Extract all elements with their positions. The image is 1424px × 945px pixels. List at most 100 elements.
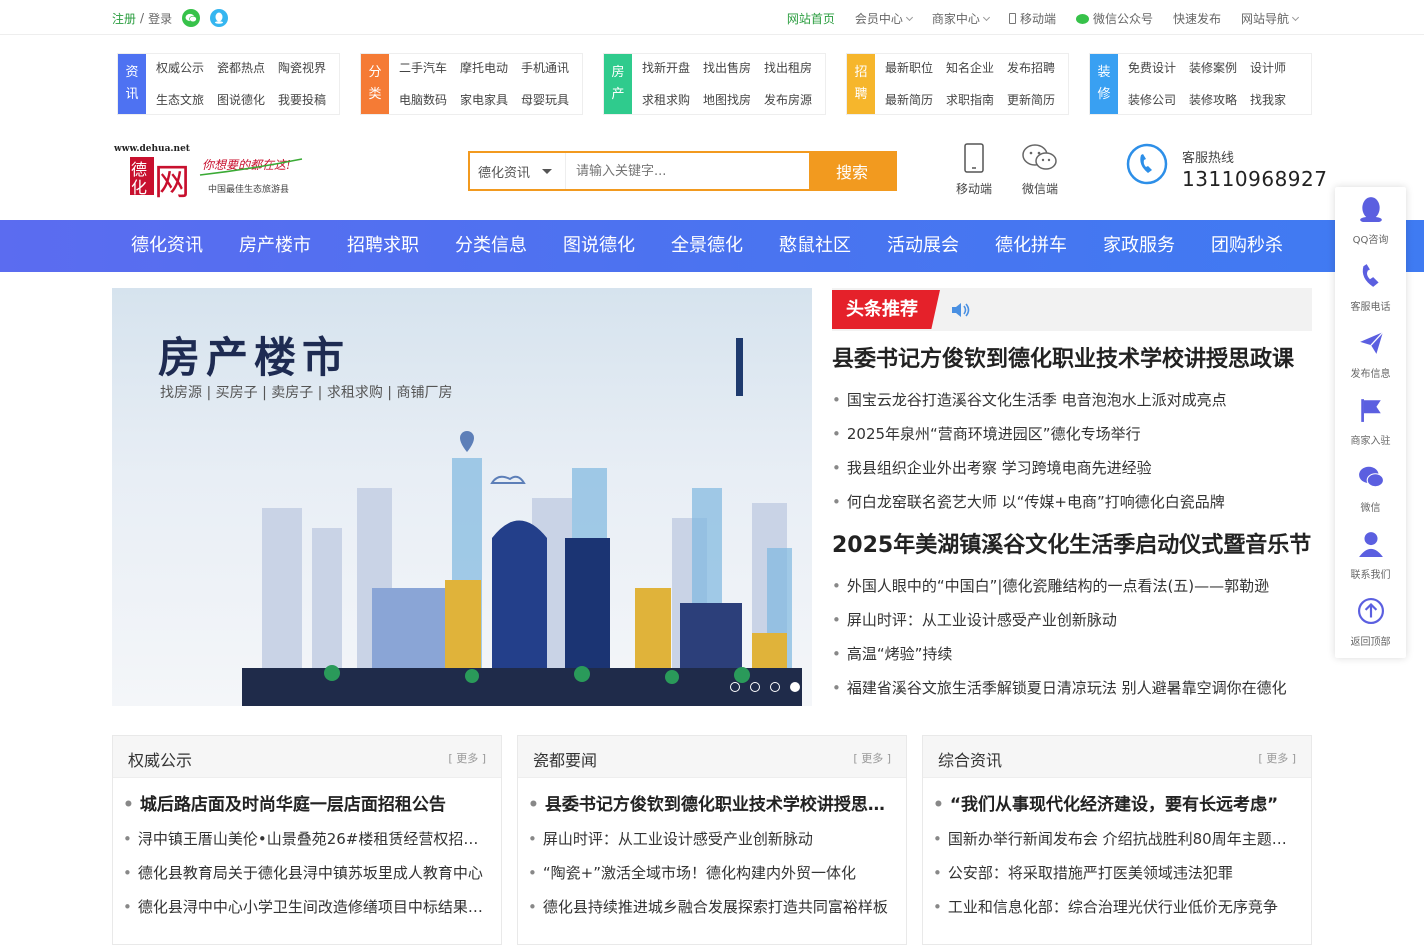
category-link[interactable]: 找出售房	[703, 58, 764, 82]
nav-item[interactable]: 全景德化	[653, 220, 761, 272]
category-link[interactable]: 求职指南	[946, 90, 1007, 114]
nav-item[interactable]: 招聘求职	[329, 220, 437, 272]
headline-item[interactable]: 我县组织企业外出考察 学习跨境电商先进经验	[832, 451, 1312, 485]
category-link[interactable]: 陶瓷视界	[278, 58, 339, 82]
hotline-number[interactable]: 13110968927	[1182, 167, 1327, 191]
column-item[interactable]: 国新办举行新闻发布会 介绍抗战胜利80周年主题活动	[933, 822, 1296, 856]
column-item[interactable]: 德化县持续推进城乡融合发展探索打造共同富裕样板	[528, 890, 891, 924]
nav-item[interactable]: 憨鼠社区	[761, 220, 869, 272]
column-item[interactable]: 浔中镇王厝山美伦•山景叠苑26#楼租赁经营权招租公告	[123, 822, 486, 856]
category-link[interactable]: 设计师	[1250, 58, 1311, 82]
more-link[interactable]: [ 更多 ]	[1258, 750, 1296, 766]
category-link[interactable]: 更新简历	[1007, 90, 1068, 114]
category-link[interactable]: 最新职位	[885, 58, 946, 82]
category-link[interactable]: 瓷都热点	[217, 58, 278, 82]
wechat-login-icon[interactable]	[182, 9, 201, 27]
headline-item[interactable]: 福建省溪谷文旅生活季解锁夏日清凉玩法 别人避暑靠空调你在德化	[832, 671, 1312, 705]
top-link-sitenav[interactable]: 网站导航	[1241, 10, 1298, 27]
login-link[interactable]: 登录	[148, 10, 172, 27]
more-link[interactable]: [ 更多 ]	[448, 750, 486, 766]
sidebar-item[interactable]: 微信	[1335, 455, 1406, 522]
sidebar-item[interactable]: 返回顶部	[1335, 589, 1406, 656]
banner-carousel[interactable]: 房产楼市 找房源 | 买房子 | 卖房子 | 求租求购 | 商铺厂房	[112, 288, 812, 706]
sidebar-item[interactable]: 联系我们	[1335, 522, 1406, 589]
carousel-dot-active[interactable]	[790, 682, 800, 692]
category-link[interactable]: 二手汽车	[399, 58, 460, 82]
headline-item[interactable]: 屏山时评：从工业设计感受产业创新脉动	[832, 603, 1312, 637]
category-link[interactable]: 摩托电动	[460, 58, 521, 82]
category-link[interactable]: 地图找房	[703, 90, 764, 114]
nav-item[interactable]: 家政服务	[1085, 220, 1193, 272]
nav-item[interactable]: 团购秒杀	[1193, 220, 1301, 272]
top-link-mobile[interactable]: 移动端	[1008, 10, 1056, 27]
category-link[interactable]: 装修案例	[1189, 58, 1250, 82]
category-link[interactable]: 我要投稿	[278, 90, 339, 114]
category-link[interactable]: 找出租房	[764, 58, 825, 82]
category-link[interactable]: 找新开盘	[642, 58, 703, 82]
mobile-app-link[interactable]: 移动端	[949, 143, 999, 197]
site-logo[interactable]: www.dehua.net 德 化 网 你想要的都在这! 中国最佳生态旅游县	[112, 139, 312, 203]
more-link[interactable]: [ 更多 ]	[853, 750, 891, 766]
category-link[interactable]: 装修公司	[1128, 90, 1189, 114]
category-link[interactable]: 求租求购	[642, 90, 703, 114]
category-tag[interactable]: 招聘	[847, 54, 875, 114]
category-link[interactable]: 最新简历	[885, 90, 946, 114]
headline-item[interactable]: 2025年泉州“营商环境进园区”德化专场举行	[832, 417, 1312, 451]
category-link[interactable]: 免费设计	[1128, 58, 1189, 82]
sidebar-item[interactable]: QQ咨询	[1335, 187, 1406, 254]
top-link-member[interactable]: 会员中心	[855, 10, 912, 27]
nav-item[interactable]: 分类信息	[437, 220, 545, 272]
column-item[interactable]: 公安部：将采取措施严打医美领域违法犯罪	[933, 856, 1296, 890]
nav-item[interactable]: 房产楼市	[221, 220, 329, 272]
search-button[interactable]: 搜索	[809, 153, 895, 189]
category-link[interactable]: 发布招聘	[1007, 58, 1068, 82]
nav-item[interactable]: 德化资讯	[113, 220, 221, 272]
top-link-home[interactable]: 网站首页	[787, 10, 835, 27]
headline-item[interactable]: 高温“烤验”持续	[832, 637, 1312, 671]
category-link[interactable]: 家电家具	[460, 90, 521, 114]
category-tag[interactable]: 装修	[1090, 54, 1118, 114]
category-link[interactable]: 生态文旅	[156, 90, 217, 114]
column-item[interactable]: 县委书记方俊钦到德化职业技术学校讲授思政课	[528, 788, 891, 822]
top-link-wechat[interactable]: 微信公众号	[1075, 10, 1153, 27]
category-link[interactable]: 装修攻略	[1189, 90, 1250, 114]
category-tag[interactable]: 分类	[361, 54, 389, 114]
headline-top-1[interactable]: 县委书记方俊钦到德化职业技术学校讲授思政课	[832, 343, 1312, 377]
category-link[interactable]: 手机通讯	[521, 58, 582, 82]
column-item[interactable]: 德化县教育局关于德化县浔中镇苏坂里成人教育中心	[123, 856, 486, 890]
carousel-dot[interactable]	[730, 682, 740, 692]
top-link-merchant[interactable]: 商家中心	[932, 10, 989, 27]
search-input[interactable]	[566, 153, 809, 189]
register-link[interactable]: 注册	[112, 10, 136, 27]
headline-item[interactable]: 外国人眼中的“中国白”|德化瓷雕结构的一点看法(五)——郭勒逊	[832, 569, 1312, 603]
headline-item[interactable]: 国宝云龙谷打造溪谷文化生活季 电音泡泡水上派对成亮点	[832, 383, 1312, 417]
column-item[interactable]: 屏山时评：从工业设计感受产业创新脉动	[528, 822, 891, 856]
category-tag[interactable]: 房产	[604, 54, 632, 114]
sidebar-item[interactable]: 发布信息	[1335, 321, 1406, 388]
category-link[interactable]: 母婴玩具	[521, 90, 582, 114]
column-item[interactable]: 德化县浔中中心小学卫生间改造修缮项目中标结果公告	[123, 890, 486, 924]
search-category-select[interactable]: 德化资讯	[470, 153, 566, 189]
category-link[interactable]: 电脑数码	[399, 90, 460, 114]
sidebar-item[interactable]: 客服电话	[1335, 254, 1406, 321]
wechat-app-link[interactable]: 微信端	[1015, 143, 1065, 197]
column-item[interactable]: 城后路店面及时尚华庭一层店面招租公告	[123, 788, 486, 822]
category-link[interactable]: 权威公示	[156, 58, 217, 82]
column-item[interactable]: “陶瓷+”激活全域市场！德化构建内外贸一体化	[528, 856, 891, 890]
category-link[interactable]: 找我家	[1250, 90, 1311, 114]
column-item[interactable]: 工业和信息化部：综合治理光伏行业低价无序竞争	[933, 890, 1296, 924]
category-link[interactable]: 知名企业	[946, 58, 1007, 82]
nav-item[interactable]: 德化拼车	[977, 220, 1085, 272]
sidebar-item[interactable]: 商家入驻	[1335, 388, 1406, 455]
carousel-dot[interactable]	[770, 682, 780, 692]
carousel-dot[interactable]	[750, 682, 760, 692]
category-link[interactable]: 发布房源	[764, 90, 825, 114]
nav-item[interactable]: 图说德化	[545, 220, 653, 272]
category-link[interactable]: 图说德化	[217, 90, 278, 114]
headline-top-2[interactable]: 2025年美湖镇溪谷文化生活季启动仪式暨音乐节	[832, 529, 1312, 563]
qq-login-icon[interactable]	[210, 9, 229, 27]
column-item[interactable]: “我们从事现代化经济建设，要有长远考虑”	[933, 788, 1296, 822]
headline-item[interactable]: 何白龙窑联名瓷艺大师 以“传媒+电商”打响德化白瓷品牌	[832, 485, 1312, 519]
category-tag[interactable]: 资讯	[118, 54, 146, 114]
top-link-publish[interactable]: 快速发布	[1173, 10, 1221, 27]
